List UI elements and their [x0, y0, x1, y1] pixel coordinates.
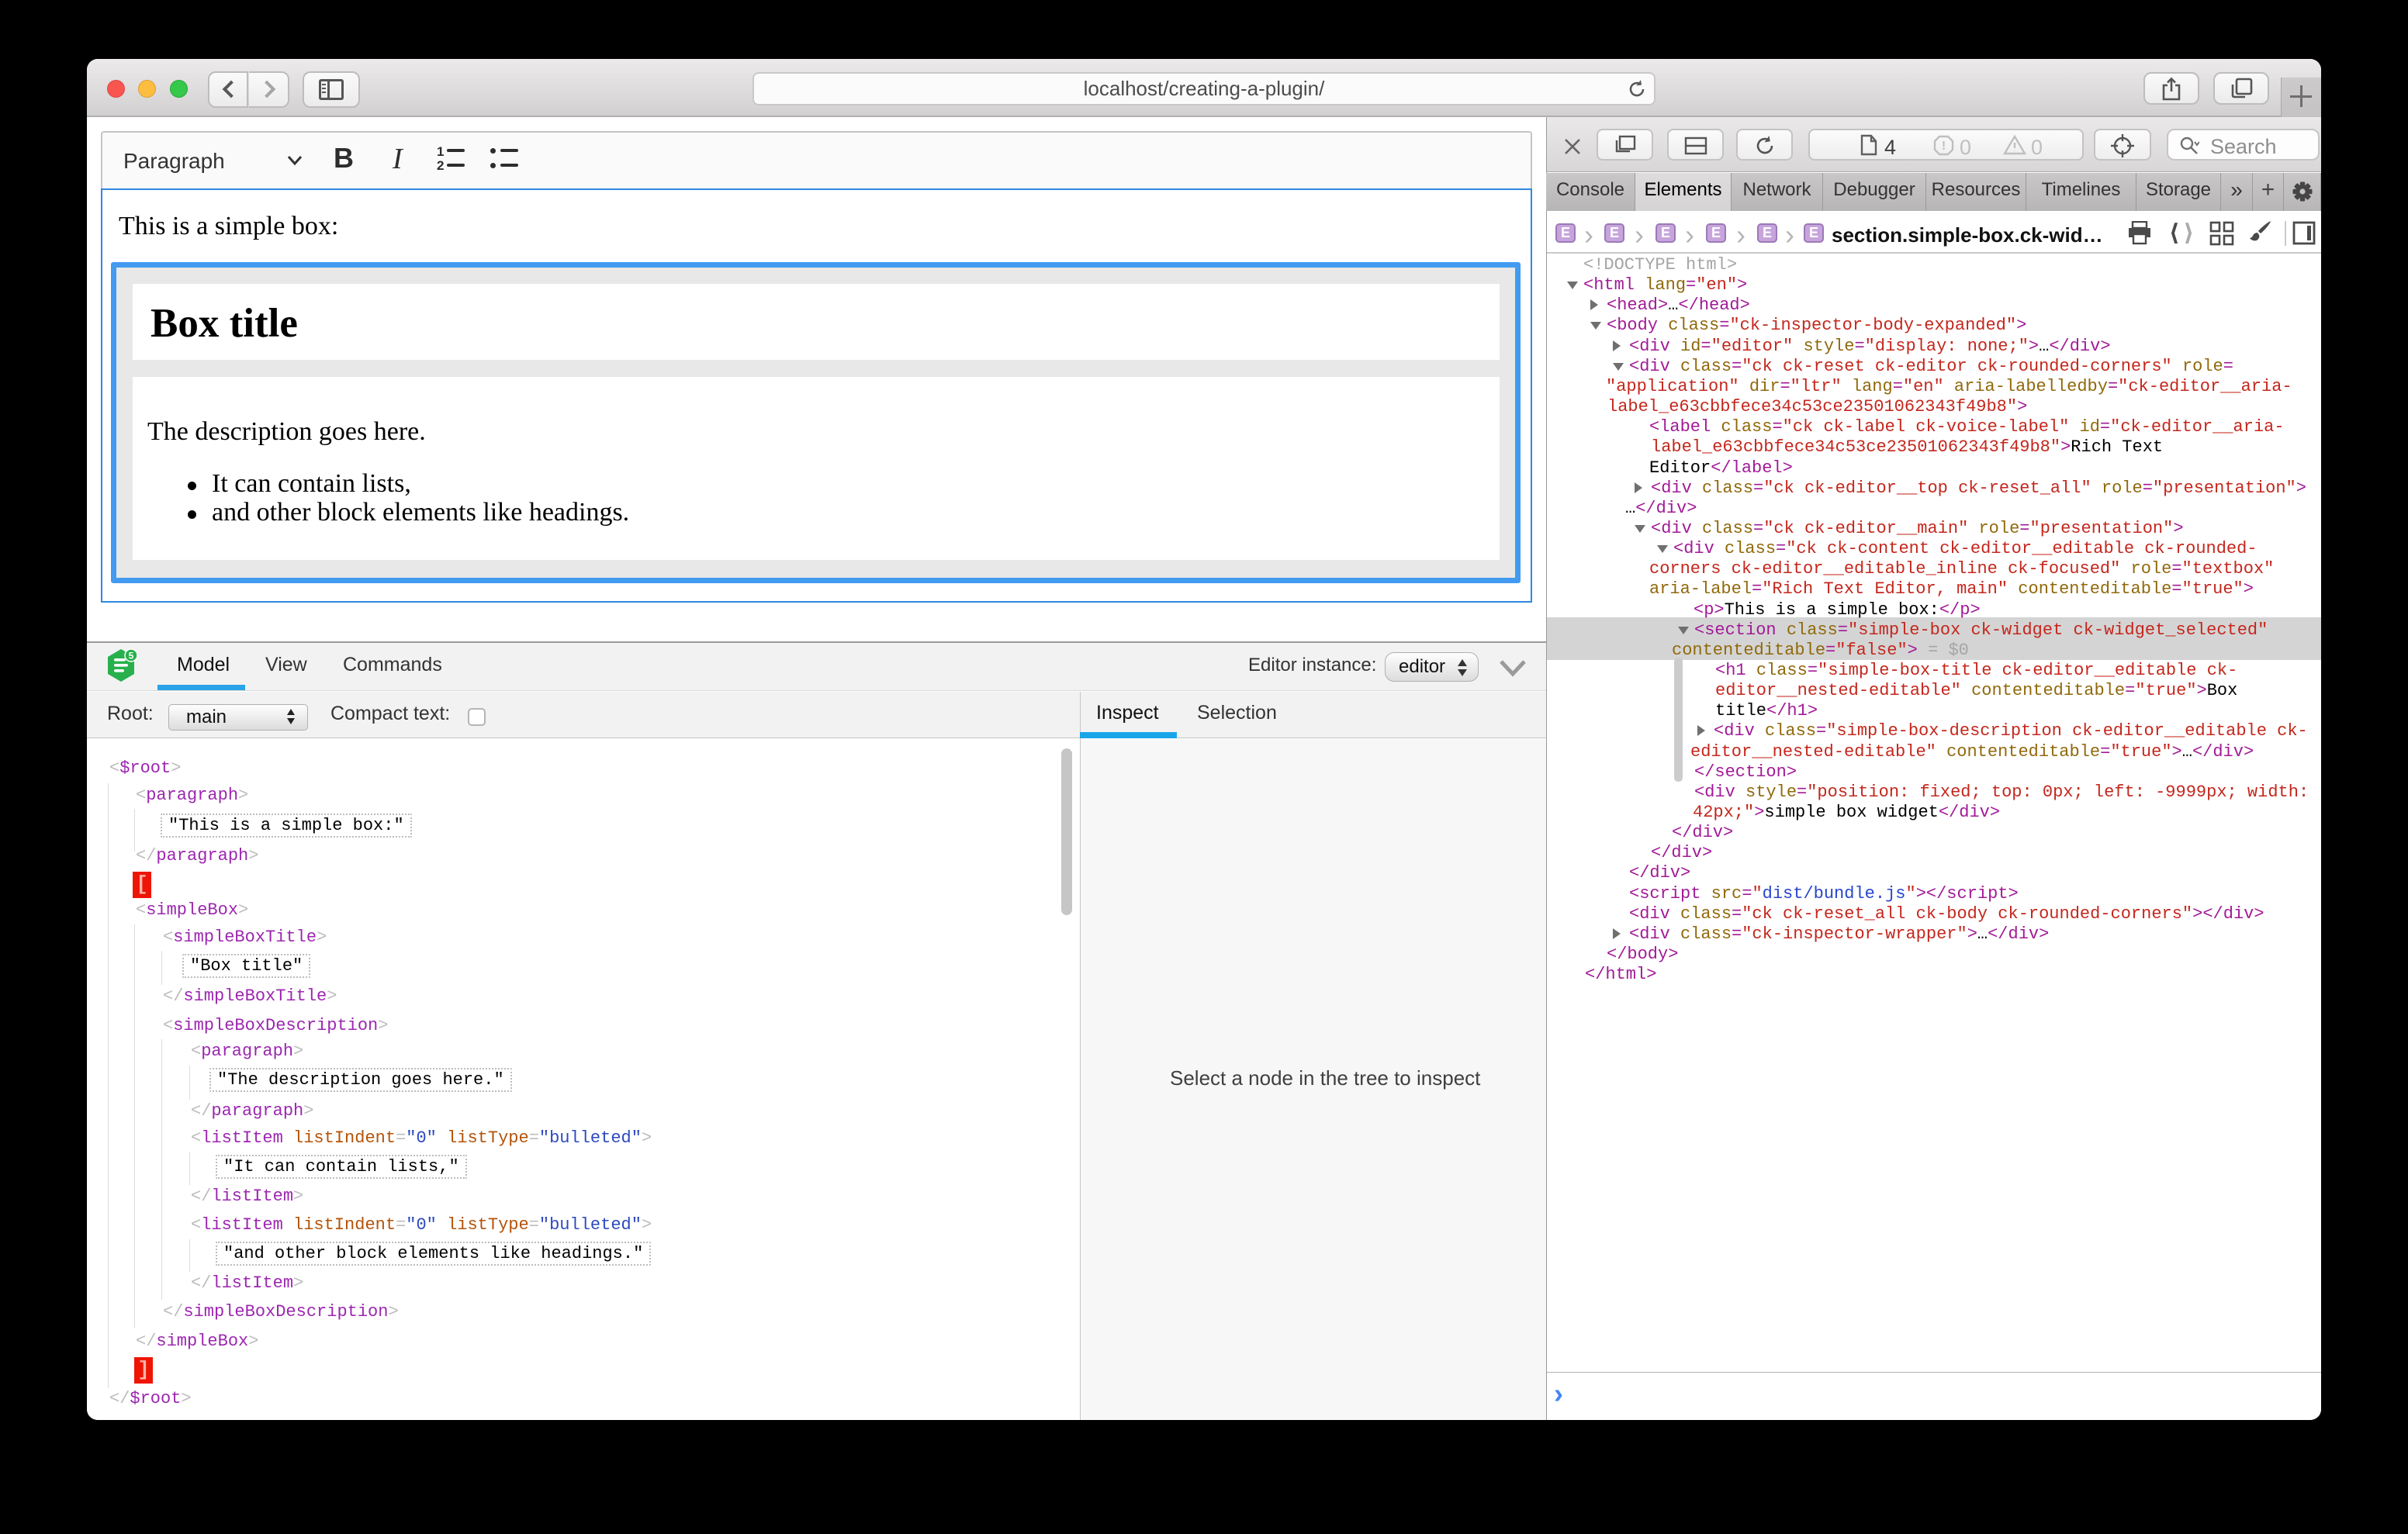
svg-text:!: !: [1942, 140, 1946, 153]
svg-text:5: 5: [129, 651, 134, 662]
